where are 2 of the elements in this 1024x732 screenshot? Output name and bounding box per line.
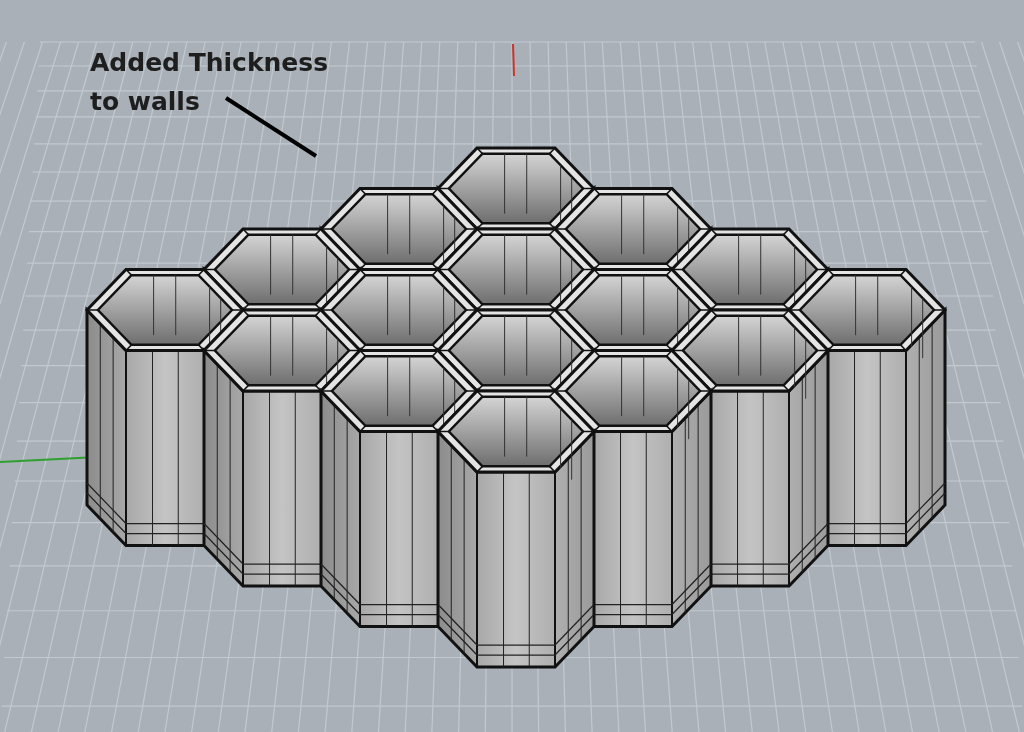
annotation-label: Added Thickness to walls [90, 47, 329, 118]
x-axis-line [512, 43, 515, 77]
